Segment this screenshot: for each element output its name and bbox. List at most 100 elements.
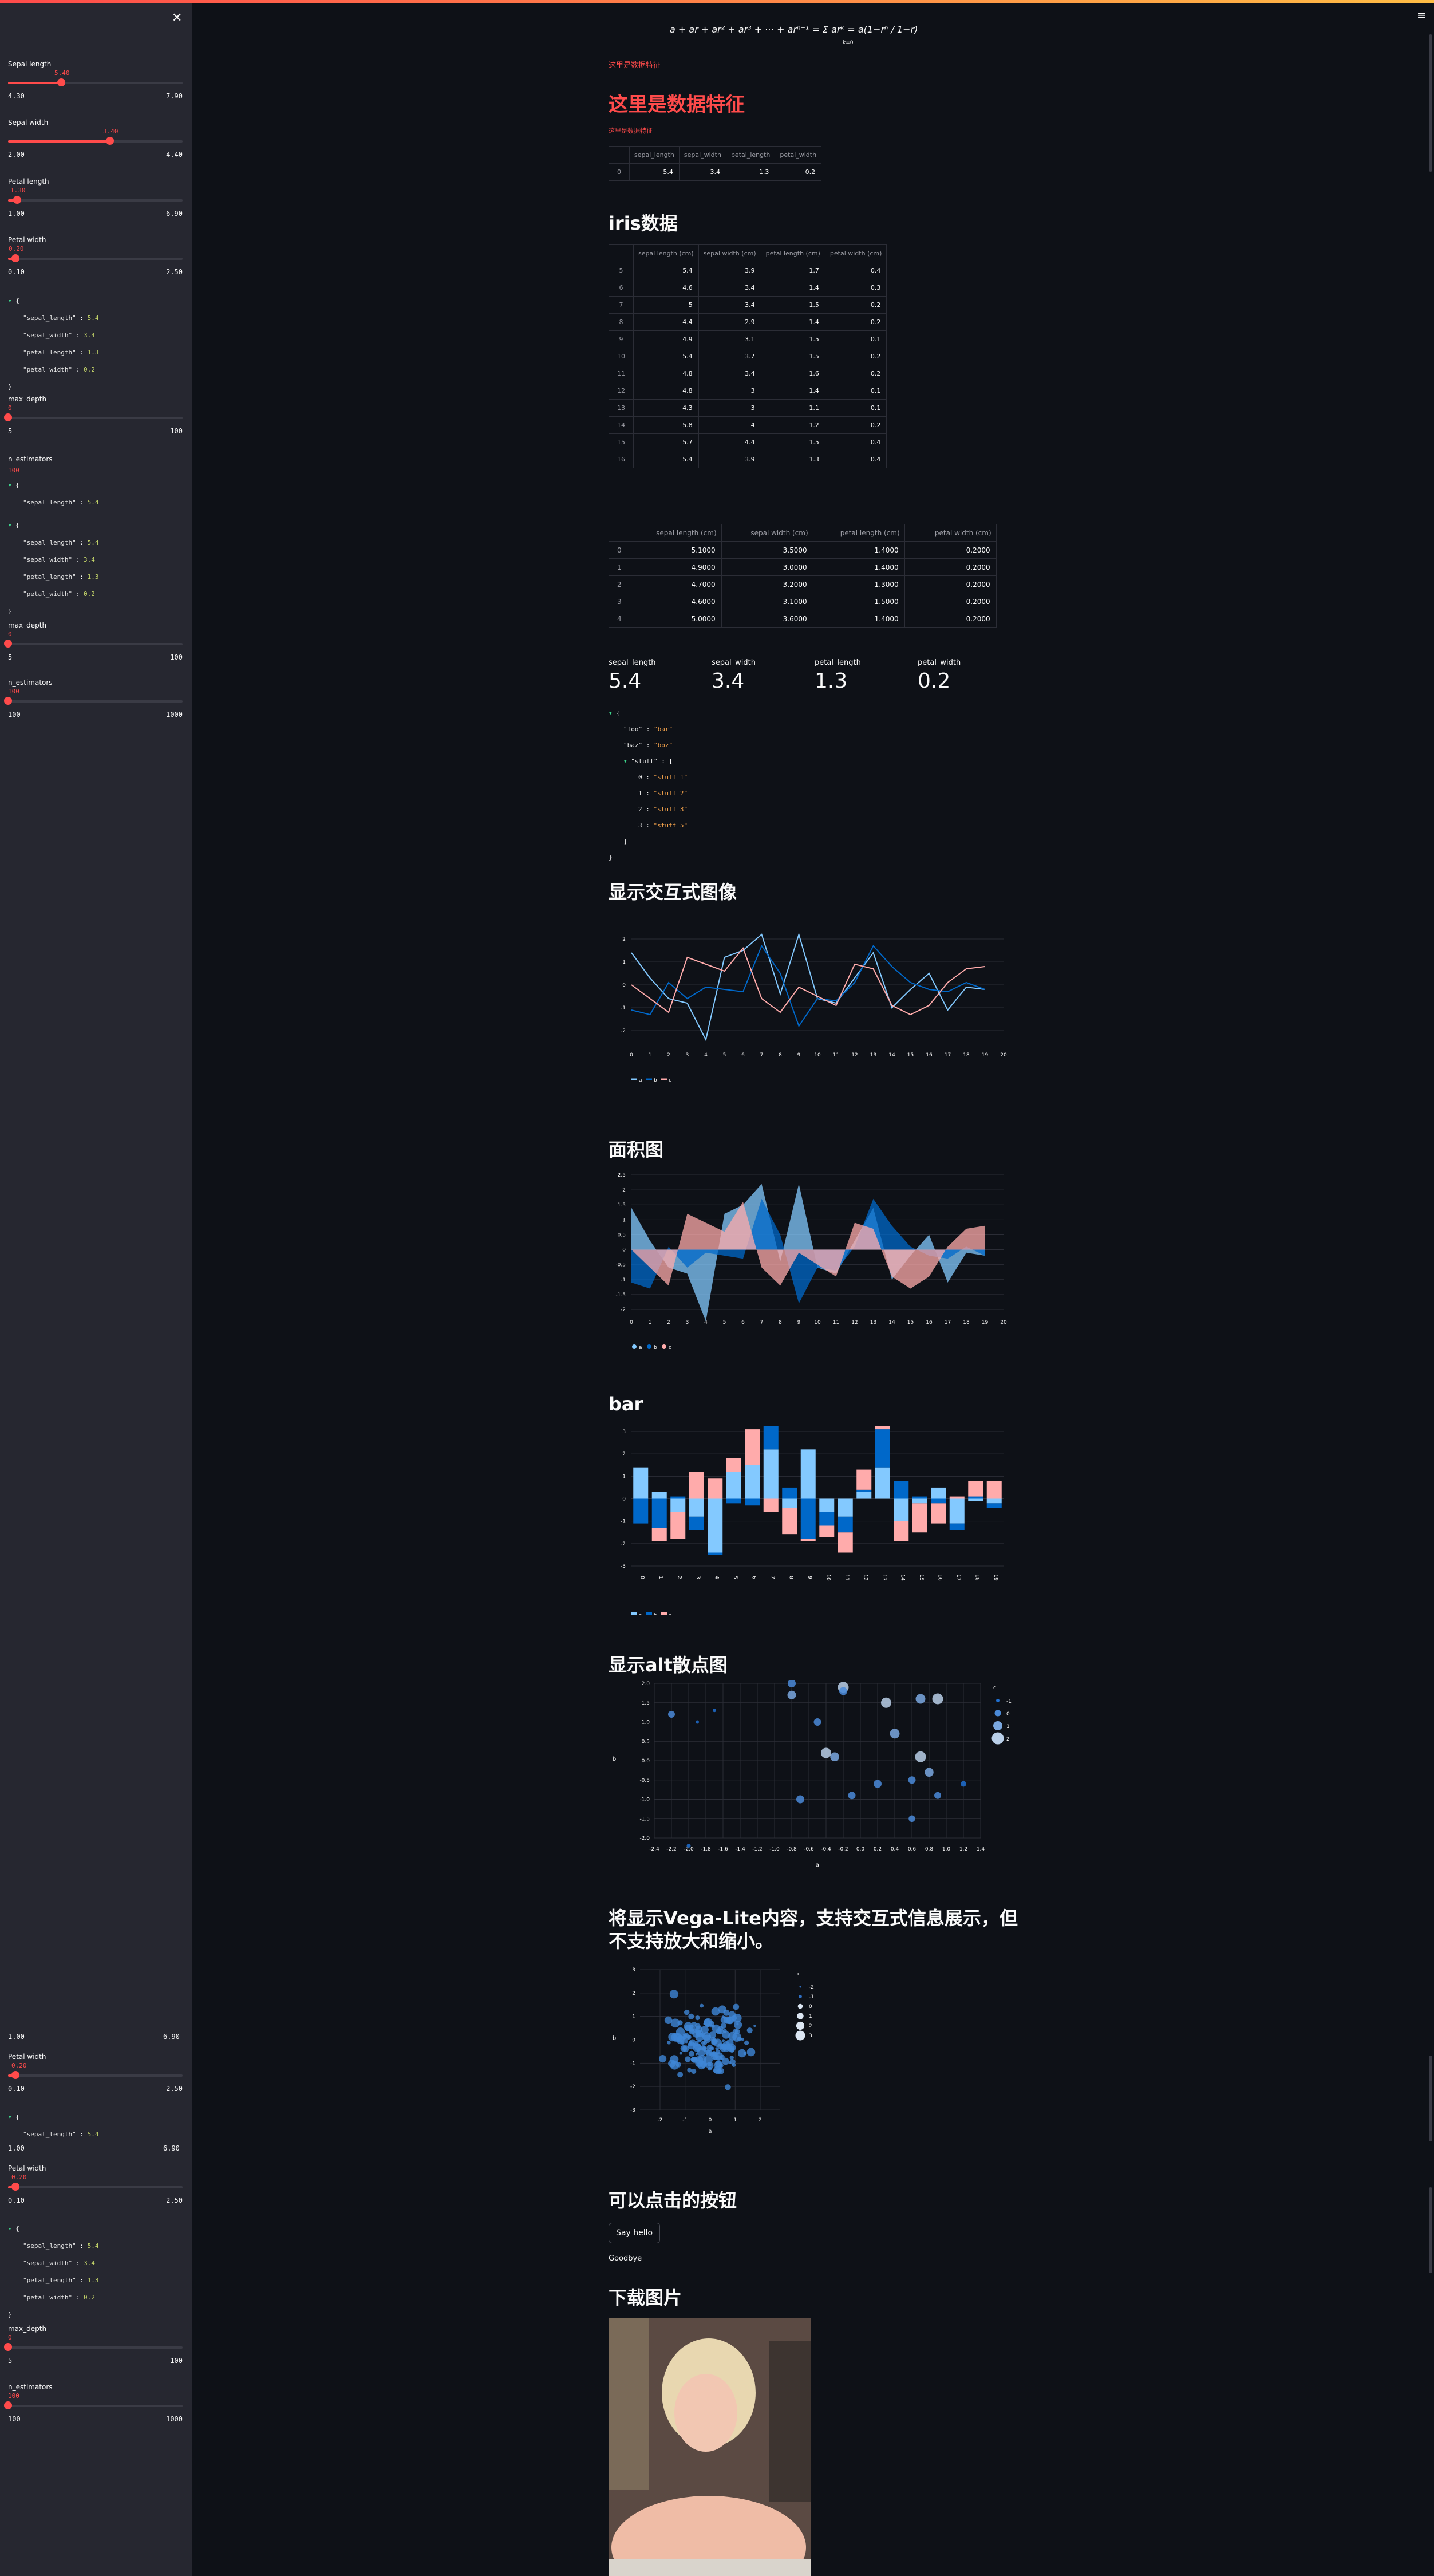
column-header[interactable]: sepal length (cm) [633, 244, 699, 262]
hamburger-menu-icon[interactable]: ≡ [1417, 8, 1427, 22]
table-cell[interactable]: 3.7 [698, 348, 761, 365]
table-cell[interactable]: 1.4 [760, 313, 825, 331]
table-cell[interactable]: 4.4 [633, 313, 699, 331]
table-cell[interactable]: 1.7 [760, 262, 825, 279]
table-cell[interactable]: 3.4 [698, 279, 761, 297]
column-header[interactable]: sepal length (cm) [629, 524, 722, 542]
table-cell[interactable]: 1.5 [760, 348, 825, 365]
slider-thumb[interactable] [11, 2071, 19, 2079]
table-cell[interactable]: 4.7000 [629, 575, 722, 593]
alt-scatter-chart[interactable]: -2.4 -2.2 -2.0 -1.8 -1.6 -1.4 -1.2 -1.0 -0.8 -0.6… [609, 1680, 1021, 1878]
table-cell[interactable]: 0.2 [824, 365, 887, 382]
line-chart[interactable]: -2-10120 1 2 3 4 5 6 7 8 9 10 11 12 13 14 15 16 17 18 19 20a… [609, 916, 1015, 1102]
slider-petal-width[interactable]: Petal width 0.20 0.10 2.50 [8, 236, 183, 290]
area-chart[interactable]: -2-1.5-1-0.500.511.522.50 1 2 3 4 5 6 7 8 9 10 11 12… [609, 1168, 1015, 1357]
table-cell[interactable]: 0.2000 [904, 610, 997, 628]
vega-lite-scatter[interactable]: -2 -1 0 1 2 -3 -2 -1 0 1 2 3 a b c -2 -1 0 1 2 3 [609, 1967, 849, 2139]
table-cell[interactable]: 0.4 [824, 433, 887, 451]
table-cell[interactable]: 0.4 [824, 451, 887, 468]
n-estimators-slider[interactable]: n_estimators 100 100 1000 [4, 678, 183, 733]
table-cell[interactable]: 4.4 [698, 433, 761, 451]
table-cell[interactable]: 1.3 [725, 163, 776, 181]
slider-sepal-width[interactable]: Sepal width 3.40 2.00 4.40 [8, 119, 183, 173]
table-cell[interactable]: 3 [698, 399, 761, 417]
table-cell[interactable]: 0.2 [824, 296, 887, 314]
slider-thumb[interactable] [4, 2401, 12, 2409]
column-header[interactable]: petal width (cm) [904, 524, 997, 542]
slider-thumb[interactable] [4, 413, 12, 421]
max-depth-slider-2[interactable]: max_depth 0 5 100 [4, 621, 183, 676]
slider-thumb[interactable] [4, 640, 12, 648]
table-cell[interactable]: 0.2 [824, 348, 887, 365]
column-header[interactable]: sepal width (cm) [721, 524, 813, 542]
table-cell[interactable]: 4.6000 [629, 593, 722, 610]
slider-thumb[interactable] [11, 254, 19, 262]
table-cell[interactable]: 0.2000 [904, 593, 997, 610]
slider-track[interactable] [8, 2346, 183, 2349]
table-cell[interactable]: 1.4000 [812, 541, 905, 559]
table-cell[interactable]: 5.4 [633, 262, 699, 279]
table-cell[interactable]: 3.4 [698, 296, 761, 314]
slider-track[interactable] [8, 700, 183, 703]
main-scrollbar[interactable] [1429, 34, 1432, 172]
table-cell[interactable]: 4.6 [633, 279, 699, 297]
table-cell[interactable]: 3.5000 [721, 541, 813, 559]
table-cell[interactable]: 0.1 [824, 399, 887, 417]
table-cell[interactable]: 4.9000 [629, 558, 722, 576]
table-cell[interactable]: 5.4 [633, 451, 699, 468]
column-header[interactable]: sepal width (cm) [698, 244, 761, 262]
table-cell[interactable]: 3.6000 [721, 610, 813, 628]
table-cell[interactable]: 4 [698, 416, 761, 434]
slider-track[interactable] [8, 258, 183, 260]
column-header[interactable]: petal_width [775, 146, 822, 164]
collapse-icon[interactable]: ▾ [8, 522, 12, 529]
table-cell[interactable]: 0.2000 [904, 541, 997, 559]
table-cell[interactable]: 0.2 [775, 163, 822, 181]
table-cell[interactable]: 0.3 [824, 279, 887, 297]
table-cell[interactable]: 4.8 [633, 382, 699, 400]
table-cell[interactable]: 1.4000 [812, 610, 905, 628]
table-cell[interactable]: 3.2000 [721, 575, 813, 593]
table-cell[interactable]: 3.4 [678, 163, 726, 181]
collapse-icon[interactable]: ▾ [8, 2225, 12, 2232]
table-cell[interactable]: 0.1 [824, 382, 887, 400]
table-cell[interactable]: 0.1 [824, 330, 887, 348]
table-cell[interactable]: 1.5 [760, 330, 825, 348]
table-cell[interactable]: 4.8 [633, 365, 699, 382]
table-cell[interactable]: 0.2 [824, 416, 887, 434]
table-cell[interactable]: 1.4 [760, 279, 825, 297]
table-cell[interactable]: 3.0000 [721, 558, 813, 576]
table-cell[interactable]: 1.5 [760, 296, 825, 314]
column-header[interactable]: petal length (cm) [812, 524, 905, 542]
column-header[interactable] [609, 146, 630, 164]
slider-thumb[interactable] [106, 137, 114, 145]
slider-track[interactable] [8, 643, 183, 645]
slider-thumb[interactable] [57, 78, 65, 86]
table-cell[interactable]: 3 [698, 382, 761, 400]
column-header[interactable]: sepal_length [629, 146, 680, 164]
column-header[interactable]: petal_length [725, 146, 776, 164]
iris-dataframe[interactable]: sepal length (cm) sepal width (cm) petal l… [609, 244, 887, 468]
table-cell[interactable]: 1.3 [760, 451, 825, 468]
petal-width-slider-lower[interactable]: Petal width 0.20 0.10 2.50 [8, 2053, 183, 2107]
max-depth-slider-lower[interactable]: max_depth 0 5 100 [4, 2325, 183, 2379]
table-cell[interactable]: 2.9 [698, 313, 761, 331]
slider-thumb[interactable] [11, 2183, 19, 2191]
column-header[interactable] [609, 244, 634, 262]
table-cell[interactable]: 1.4000 [812, 558, 905, 576]
slider-petal-length[interactable]: Petal length 1.30 1.00 6.90 [8, 177, 183, 232]
table-cell[interactable]: 3.9 [698, 262, 761, 279]
table-cell[interactable]: 0.4 [824, 262, 887, 279]
petal-width-slider-lower-2[interactable]: Petal width 0.20 0.10 2.50 [8, 2164, 183, 2219]
n-estimators-slider-lower[interactable]: n_estimators 100 100 1000 [4, 2383, 183, 2437]
slider-sepal-length[interactable]: Sepal length 5.40 4.30 7.90 [8, 60, 183, 115]
column-header[interactable]: sepal_width [678, 146, 726, 164]
slider-thumb[interactable] [13, 196, 21, 204]
slider-track[interactable] [8, 199, 183, 202]
collapse-icon[interactable]: ▾ [8, 2113, 12, 2121]
max-depth-slider[interactable]: max_depth 0 5 100 [4, 395, 183, 449]
collapse-icon[interactable]: ▾ [609, 709, 613, 717]
table-cell[interactable]: 5.8 [633, 416, 699, 434]
table-cell[interactable]: 4.9 [633, 330, 699, 348]
slider-track[interactable] [8, 417, 183, 419]
